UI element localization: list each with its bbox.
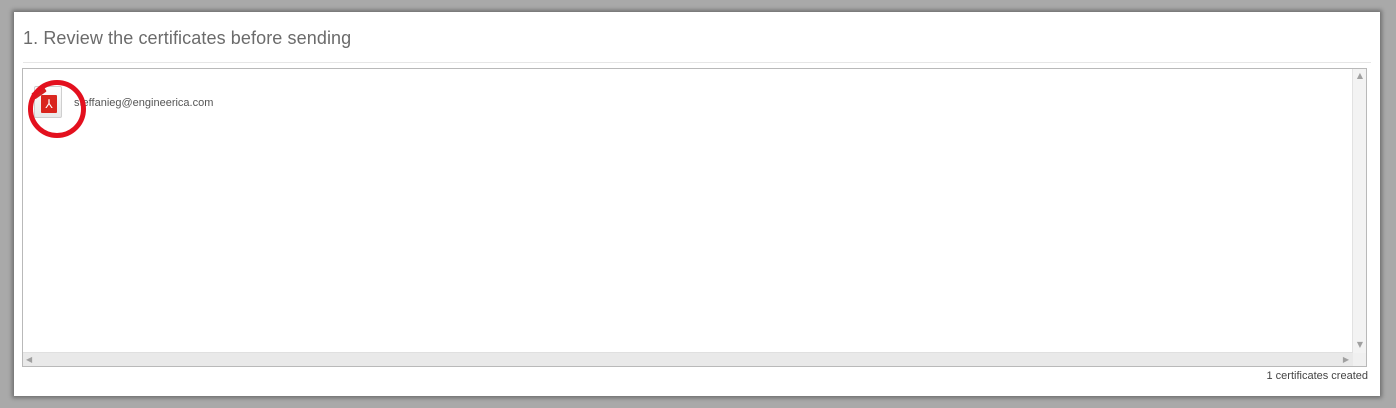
scroll-right-arrow-icon[interactable]: ▶ [1343, 356, 1349, 364]
title-divider [23, 62, 1371, 63]
highlight-ring [28, 80, 86, 138]
certificate-item[interactable]: ⅄ steffanieg@engineerica.com [28, 80, 213, 138]
section-title: 1. Review the certificates before sendin… [23, 28, 352, 48]
scroll-down-arrow-icon[interactable]: ▼ [1357, 341, 1363, 349]
review-panel: 1. Review the certificates before sendin… [14, 12, 1380, 396]
certificate-email-label[interactable]: steffanieg@engineerica.com [74, 97, 213, 109]
certificates-count-status: 1 certificates created [1266, 370, 1369, 382]
scroll-up-arrow-icon[interactable]: ▲ [1357, 72, 1363, 80]
horizontal-scrollbar[interactable] [23, 352, 1353, 366]
pdf-file-icon[interactable]: ⅄ [28, 80, 86, 138]
certificates-list[interactable]: ⅄ steffanieg@engineerica.com ▲ ▼ ◀ ▶ [22, 68, 1367, 367]
vertical-scrollbar[interactable] [1352, 69, 1366, 353]
scrollbar-corner [1353, 353, 1366, 366]
scroll-left-arrow-icon[interactable]: ◀ [26, 356, 32, 364]
